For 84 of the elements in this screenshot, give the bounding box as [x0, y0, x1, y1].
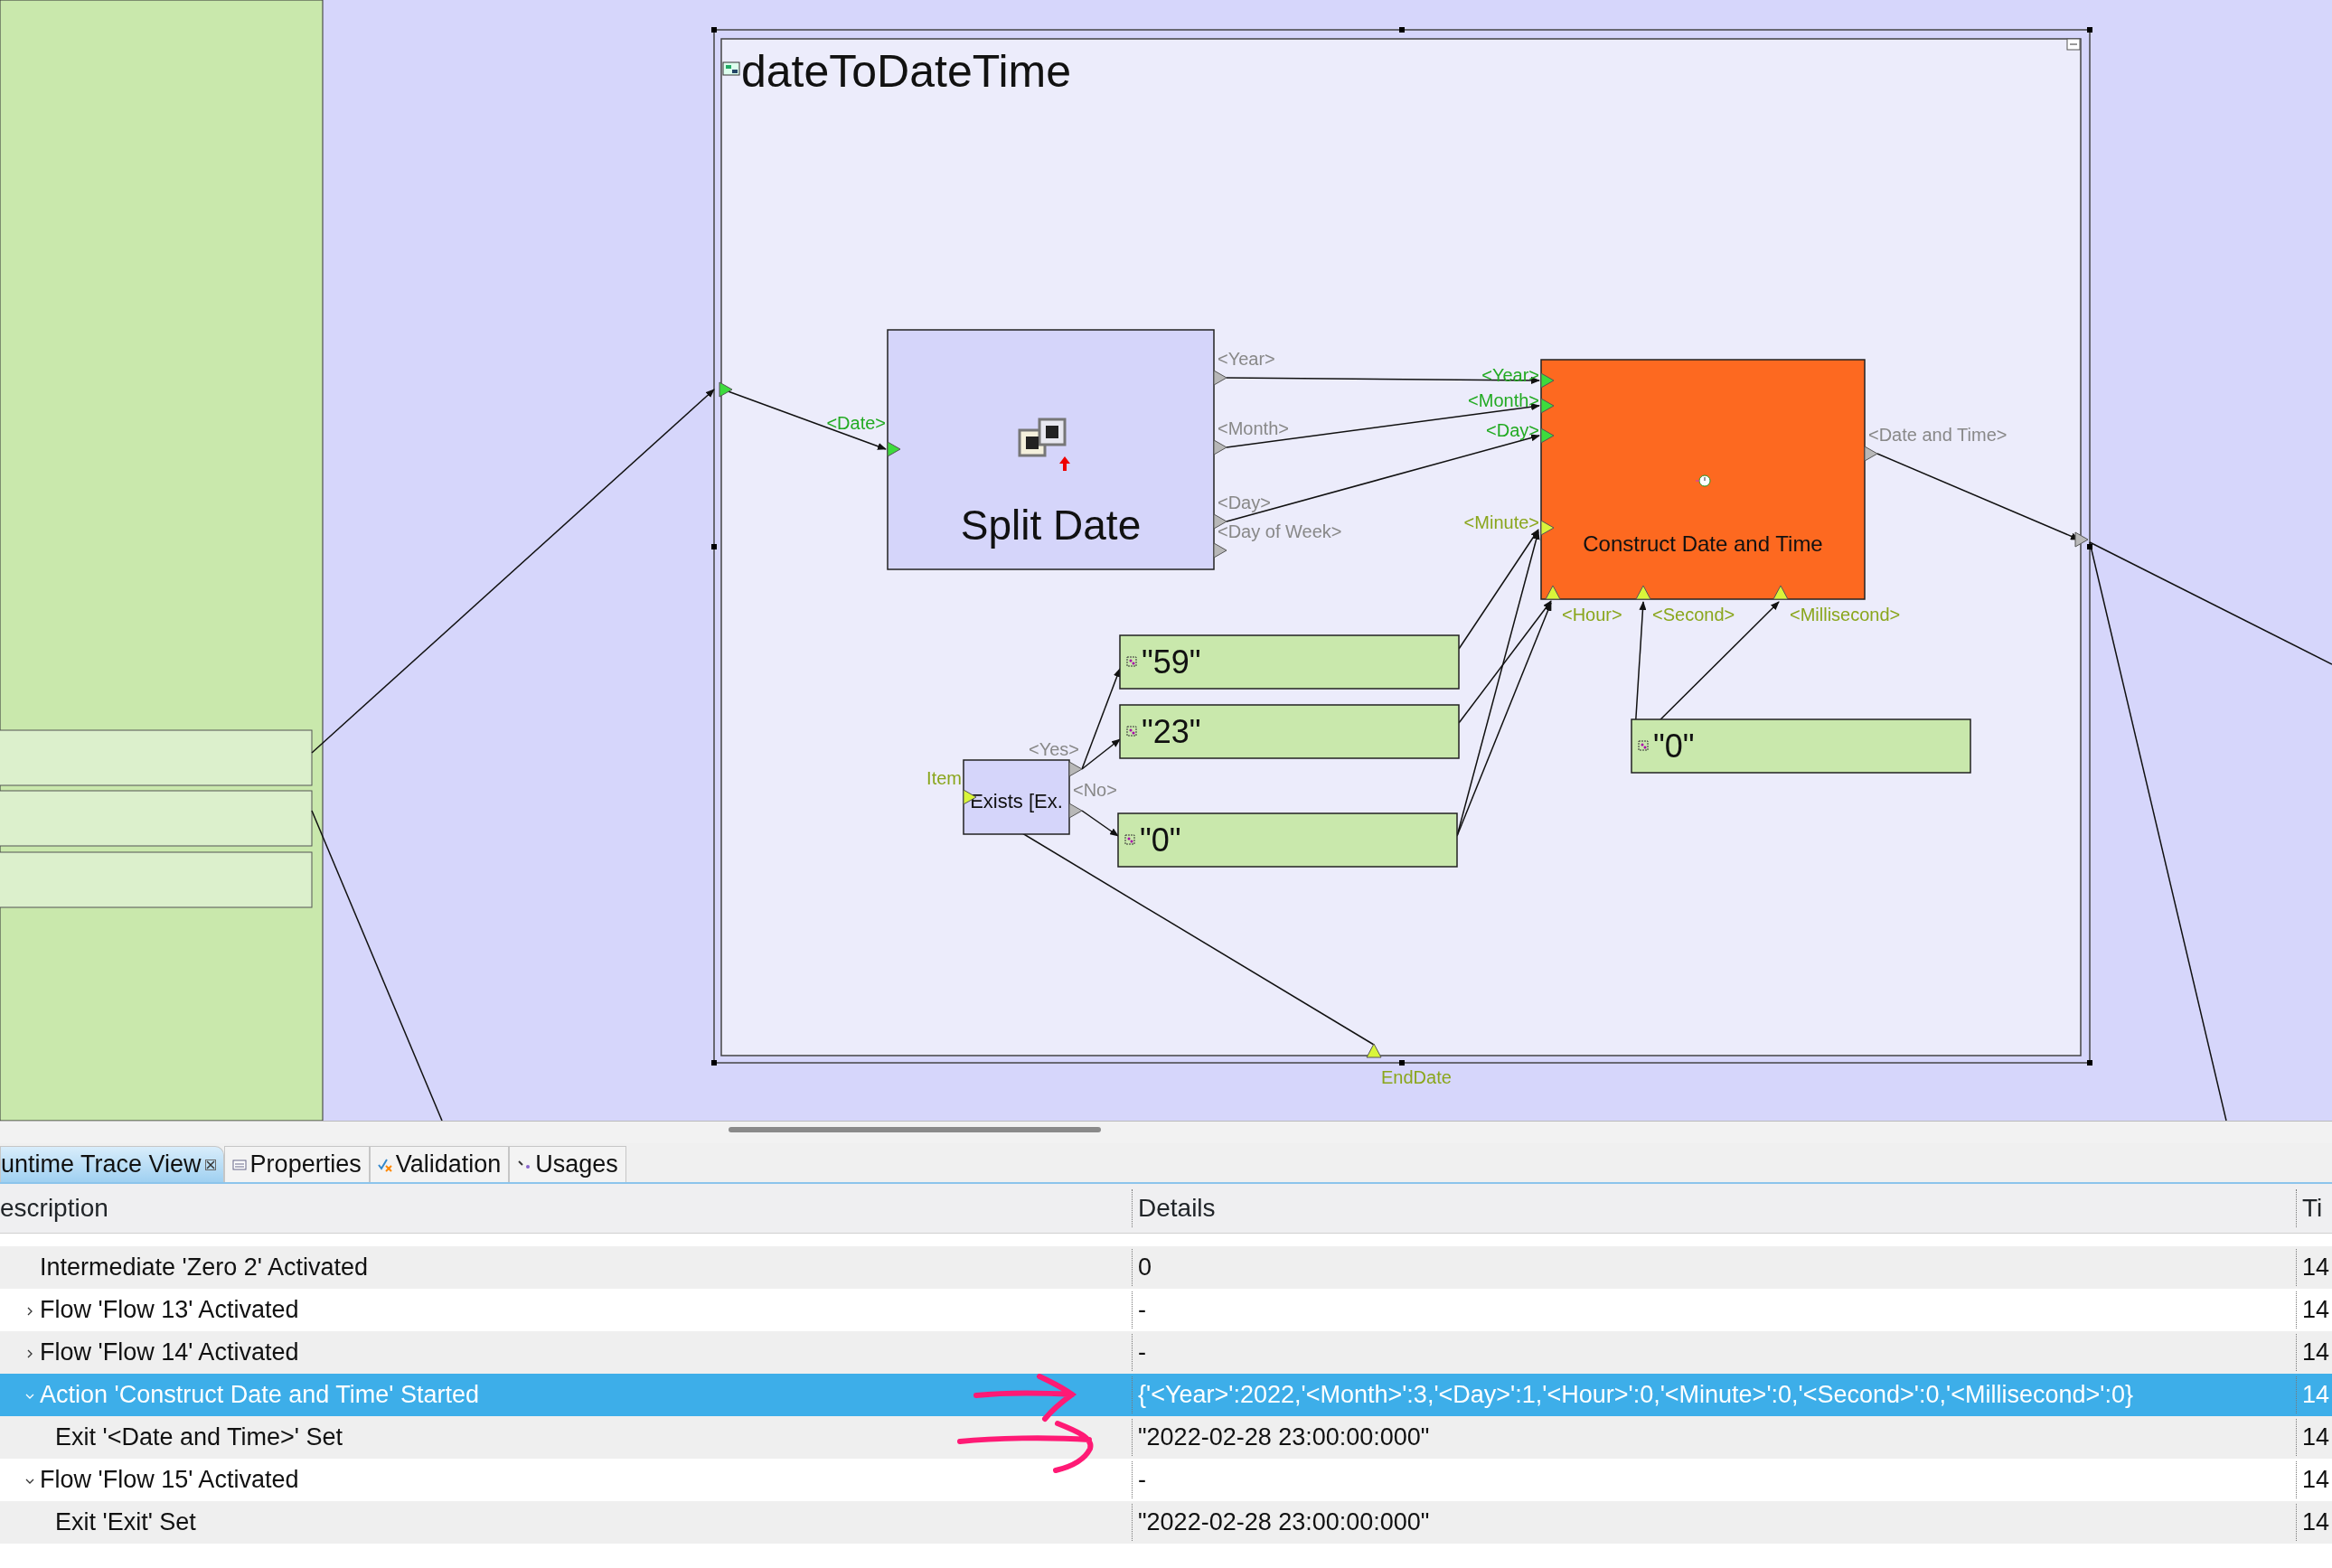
port-label: <Second> [1652, 605, 1735, 624]
port-label: <Millisecond> [1790, 605, 1901, 624]
table-row[interactable]: Flow 'Flow 14' Activated - 14 [0, 1331, 2332, 1374]
number-icon [1638, 740, 1649, 751]
node-title: Exists [Ex. [970, 790, 1063, 812]
node-title: Split Date [960, 502, 1142, 549]
port-label: <Month> [1468, 390, 1539, 410]
table-cell: 0 [1138, 1253, 1152, 1282]
resize-handle[interactable] [1399, 27, 1405, 33]
column-header[interactable]: Details [1138, 1194, 1216, 1222]
port-label: EndDate [1381, 1067, 1452, 1087]
table-cell-text: Exit '<Date and Time>' Set [55, 1422, 343, 1453]
group-icon [722, 61, 740, 76]
table-cell: "2022-02-28 23:00:00:000" [1138, 1508, 1430, 1536]
resize-handle[interactable] [711, 1060, 717, 1066]
table-cell-text: Flow 'Flow 13' Activated [40, 1295, 299, 1326]
table-cell: 14 [2302, 1338, 2330, 1366]
table-cell: - [1138, 1338, 1146, 1366]
check-cross-icon [377, 1157, 392, 1172]
resize-handle[interactable] [711, 27, 717, 33]
port-label: <No> [1073, 780, 1117, 800]
clock-icon [1695, 474, 1711, 487]
table-row[interactable]: Exit '<Date and Time>' Set "2022-02-28 23:00:00:000" 14 [0, 1416, 2332, 1459]
port-label: <Month> [1218, 418, 1289, 438]
port-label: <Hour> [1562, 605, 1622, 624]
output-port [1068, 803, 1083, 819]
output-port [1864, 446, 1878, 462]
table-cell-text: Flow 'Flow 15' Activated [40, 1465, 299, 1496]
number-icon [1124, 834, 1135, 845]
output-port [1213, 439, 1227, 455]
tab[interactable]: Validation [369, 1146, 510, 1182]
port-label: <Year> [1218, 349, 1275, 369]
port-label: <Day> [1486, 420, 1539, 440]
table-row[interactable]: Exit 'Exit' Set "2022-02-28 23:00:00:000" 14 [0, 1501, 2332, 1544]
table-cell: 14 [2302, 1381, 2330, 1409]
table-cell: - [1138, 1466, 1146, 1494]
port-label: <Minute> [1463, 512, 1539, 532]
tab[interactable]: Usages [509, 1146, 626, 1182]
output-port [1213, 542, 1227, 559]
calendar-icon [1018, 418, 1070, 471]
port-label: <Day of Week> [1218, 521, 1342, 541]
input-port [719, 381, 733, 398]
table-cell-text: Flow 'Flow 14' Activated [40, 1338, 299, 1368]
output-port [2074, 531, 2089, 548]
column-header[interactable]: Ti [2302, 1194, 2323, 1222]
column-header[interactable]: escription [0, 1194, 108, 1222]
table-cell: 14 [2302, 1253, 2330, 1282]
constant-value: "0" [1653, 728, 1695, 765]
resize-handle[interactable] [2087, 1060, 2092, 1066]
table-cell-text: Exit 'Exit' Set [55, 1507, 196, 1538]
minimize-icon[interactable] [2066, 38, 2081, 51]
constant-value: "23" [1142, 713, 1201, 750]
table-cell: {'<Year>':2022,'<Month>':3,'<Day>':1,'<Hour>':0,'<Minute>':0,'<Second>':0,'<Millisecond>':0} [1138, 1381, 2133, 1409]
constant-value: "0" [1140, 822, 1181, 859]
port-label: <Day> [1218, 493, 1271, 512]
port-label: <Date and Time> [1868, 425, 2008, 445]
resize-handle[interactable] [711, 544, 717, 549]
table-icon [231, 1157, 247, 1172]
table-cell-text: Intermediate 'Zero 2' Activated [40, 1253, 368, 1283]
scrollbar-thumb[interactable] [729, 1127, 1101, 1132]
port-label: <Date> [826, 413, 886, 433]
table-cell-text: Action 'Construct Date and Time' Started [40, 1380, 480, 1411]
resize-handle[interactable] [2087, 27, 2092, 33]
table-cell: - [1138, 1296, 1146, 1324]
constant-value: "59" [1142, 643, 1201, 681]
tab[interactable]: Properties [223, 1146, 370, 1182]
number-icon [1126, 656, 1137, 667]
resize-handle[interactable] [1399, 1060, 1405, 1066]
table-row[interactable]: Intermediate 'Zero 2' Activated 0 14 [0, 1246, 2332, 1289]
table-cell: 14 [2302, 1423, 2330, 1451]
resize-handle[interactable] [2087, 544, 2092, 549]
port-label: Item [926, 768, 962, 788]
port-label: <Yes> [1029, 739, 1079, 759]
output-port [1068, 761, 1083, 777]
output-port [1213, 370, 1227, 386]
number-icon [1126, 726, 1137, 737]
table-cell: 14 [2302, 1508, 2330, 1536]
node-title: Construct Date and Time [1583, 531, 1823, 556]
group-title: dateToDateTime [741, 46, 1071, 97]
table-cell: "2022-02-28 23:00:00:000" [1138, 1423, 1430, 1451]
close-icon[interactable] [204, 1159, 216, 1170]
table-cell: 14 [2302, 1296, 2330, 1324]
tab[interactable]: untime Trace View [0, 1146, 224, 1182]
table-cell: 14 [2302, 1466, 2330, 1494]
